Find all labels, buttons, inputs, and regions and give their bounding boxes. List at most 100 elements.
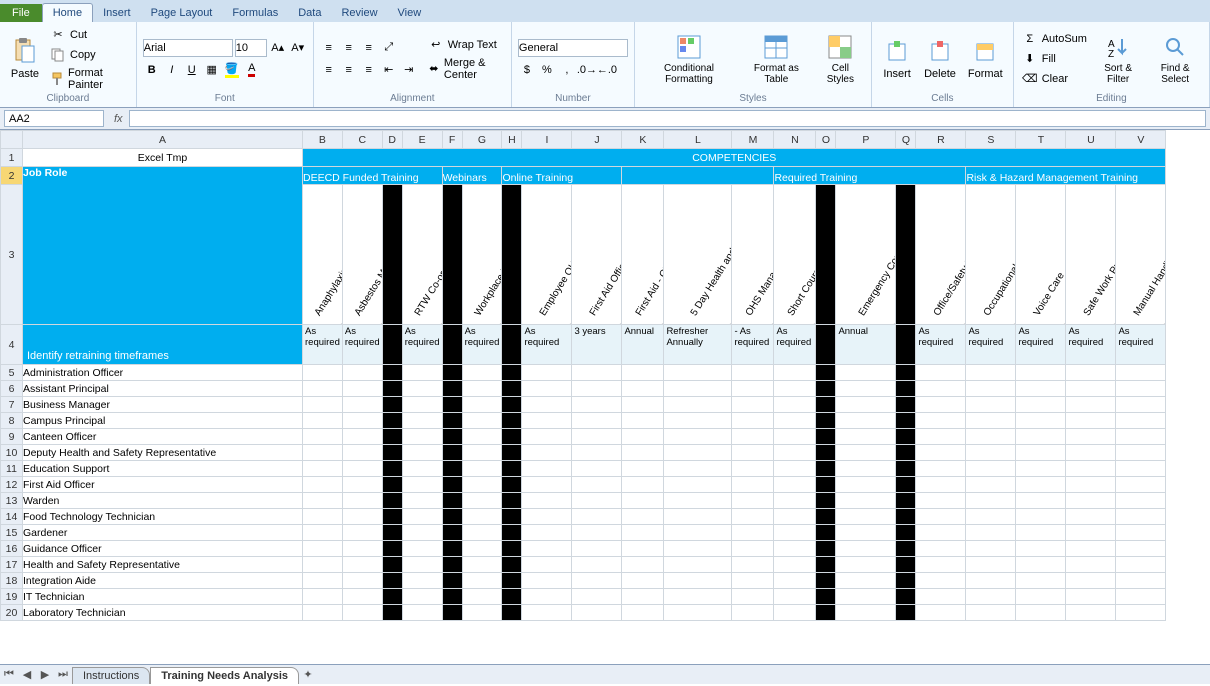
cell[interactable]: As required xyxy=(1116,325,1166,365)
cell[interactable] xyxy=(502,525,522,541)
cell[interactable] xyxy=(916,365,966,381)
cell[interactable] xyxy=(896,365,916,381)
cell[interactable]: IT Technician xyxy=(23,589,303,605)
cell[interactable] xyxy=(462,461,502,477)
cell[interactable]: Voice Care xyxy=(1016,185,1066,325)
row-header[interactable]: 15 xyxy=(1,525,23,541)
cell[interactable] xyxy=(342,381,382,397)
row-header[interactable]: 10 xyxy=(1,445,23,461)
cell[interactable] xyxy=(462,557,502,573)
cell[interactable]: Identify retraining timeframes xyxy=(23,325,303,365)
cell[interactable] xyxy=(342,413,382,429)
bold-button[interactable]: B xyxy=(143,61,161,79)
cell[interactable]: DEECD Funded Training xyxy=(303,167,443,185)
cell[interactable] xyxy=(462,605,502,621)
cell[interactable]: Food Technology Technician xyxy=(23,509,303,525)
cell[interactable] xyxy=(836,365,896,381)
sheet-nav-prev[interactable]: ◀ xyxy=(18,668,36,681)
cell[interactable] xyxy=(502,461,522,477)
cell[interactable] xyxy=(572,605,622,621)
inc-decimal-button[interactable]: .0→ xyxy=(578,61,596,79)
cell[interactable] xyxy=(916,429,966,445)
cell[interactable] xyxy=(1066,397,1116,413)
cell[interactable] xyxy=(572,573,622,589)
sheet-tab-instructions[interactable]: Instructions xyxy=(72,667,150,684)
cell[interactable] xyxy=(732,589,774,605)
cell[interactable] xyxy=(342,589,382,605)
cell[interactable] xyxy=(896,413,916,429)
cell[interactable] xyxy=(382,541,402,557)
cell[interactable] xyxy=(303,557,343,573)
fill-color-button[interactable]: 🪣 xyxy=(223,61,241,79)
cell[interactable] xyxy=(916,413,966,429)
cell[interactable] xyxy=(402,445,442,461)
cell[interactable] xyxy=(916,509,966,525)
format-painter-button[interactable]: Format Painter xyxy=(48,66,130,92)
cell[interactable]: Workplace Behaviour and Bullying (online… xyxy=(462,185,502,325)
wrap-text-button[interactable]: ↩Wrap Text xyxy=(426,36,505,54)
row-header[interactable]: 20 xyxy=(1,605,23,621)
cell[interactable] xyxy=(303,477,343,493)
cell[interactable] xyxy=(303,461,343,477)
sort-filter-button[interactable]: AZSort & Filter xyxy=(1093,24,1143,93)
cell[interactable] xyxy=(966,365,1016,381)
cell[interactable] xyxy=(816,557,836,573)
cell[interactable] xyxy=(774,429,816,445)
cell[interactable] xyxy=(622,525,664,541)
cell[interactable] xyxy=(572,461,622,477)
cell[interactable]: Required Training xyxy=(774,167,966,185)
comma-button[interactable]: , xyxy=(558,61,576,79)
cell[interactable] xyxy=(1066,477,1116,493)
sheet-nav-last[interactable]: ⏭ xyxy=(54,668,72,681)
cell[interactable] xyxy=(1116,541,1166,557)
cell[interactable] xyxy=(664,461,732,477)
cell[interactable] xyxy=(442,429,462,445)
cell[interactable] xyxy=(522,541,572,557)
cell[interactable] xyxy=(664,477,732,493)
cell[interactable] xyxy=(382,493,402,509)
cell[interactable] xyxy=(774,365,816,381)
cell[interactable] xyxy=(622,557,664,573)
cell[interactable] xyxy=(522,605,572,621)
cell[interactable] xyxy=(622,461,664,477)
cell[interactable] xyxy=(502,365,522,381)
cell[interactable] xyxy=(816,541,836,557)
cell[interactable] xyxy=(442,605,462,621)
cell[interactable] xyxy=(1066,493,1116,509)
cell[interactable] xyxy=(622,509,664,525)
row-header[interactable]: 17 xyxy=(1,557,23,573)
cell[interactable]: Online Training xyxy=(502,167,622,185)
cut-button[interactable]: ✂Cut xyxy=(48,26,130,44)
col-header[interactable]: H xyxy=(502,131,522,149)
cell[interactable] xyxy=(836,589,896,605)
cell[interactable]: Integration Aide xyxy=(23,573,303,589)
cell[interactable] xyxy=(502,493,522,509)
fill-button[interactable]: ⬇Fill xyxy=(1020,50,1089,68)
cell[interactable] xyxy=(442,381,462,397)
cell[interactable] xyxy=(382,525,402,541)
cell[interactable] xyxy=(732,509,774,525)
cell[interactable]: As required xyxy=(342,325,382,365)
row-header[interactable]: 8 xyxy=(1,413,23,429)
col-header[interactable]: A xyxy=(23,131,303,149)
cell[interactable]: Excel Tmp xyxy=(23,149,303,167)
cell[interactable]: As required xyxy=(1016,325,1066,365)
cell-styles-button[interactable]: Cell Styles xyxy=(816,24,865,93)
cell[interactable]: Canteen Officer xyxy=(23,429,303,445)
format-as-table-button[interactable]: Format as Table xyxy=(741,24,812,93)
cell[interactable]: 5 Day Health and Safety Representative &… xyxy=(664,185,732,325)
cell[interactable] xyxy=(916,493,966,509)
cell[interactable] xyxy=(622,167,774,185)
cell[interactable] xyxy=(774,461,816,477)
col-header[interactable]: O xyxy=(816,131,836,149)
align-bottom-button[interactable]: ≡ xyxy=(360,39,378,57)
cell[interactable]: As required xyxy=(916,325,966,365)
font-color-button[interactable]: A xyxy=(243,61,261,79)
cell[interactable] xyxy=(732,381,774,397)
currency-button[interactable]: $ xyxy=(518,61,536,79)
cell[interactable] xyxy=(342,493,382,509)
cell[interactable]: As required xyxy=(774,325,816,365)
cell[interactable] xyxy=(382,397,402,413)
cell[interactable] xyxy=(622,445,664,461)
cell[interactable] xyxy=(966,413,1016,429)
